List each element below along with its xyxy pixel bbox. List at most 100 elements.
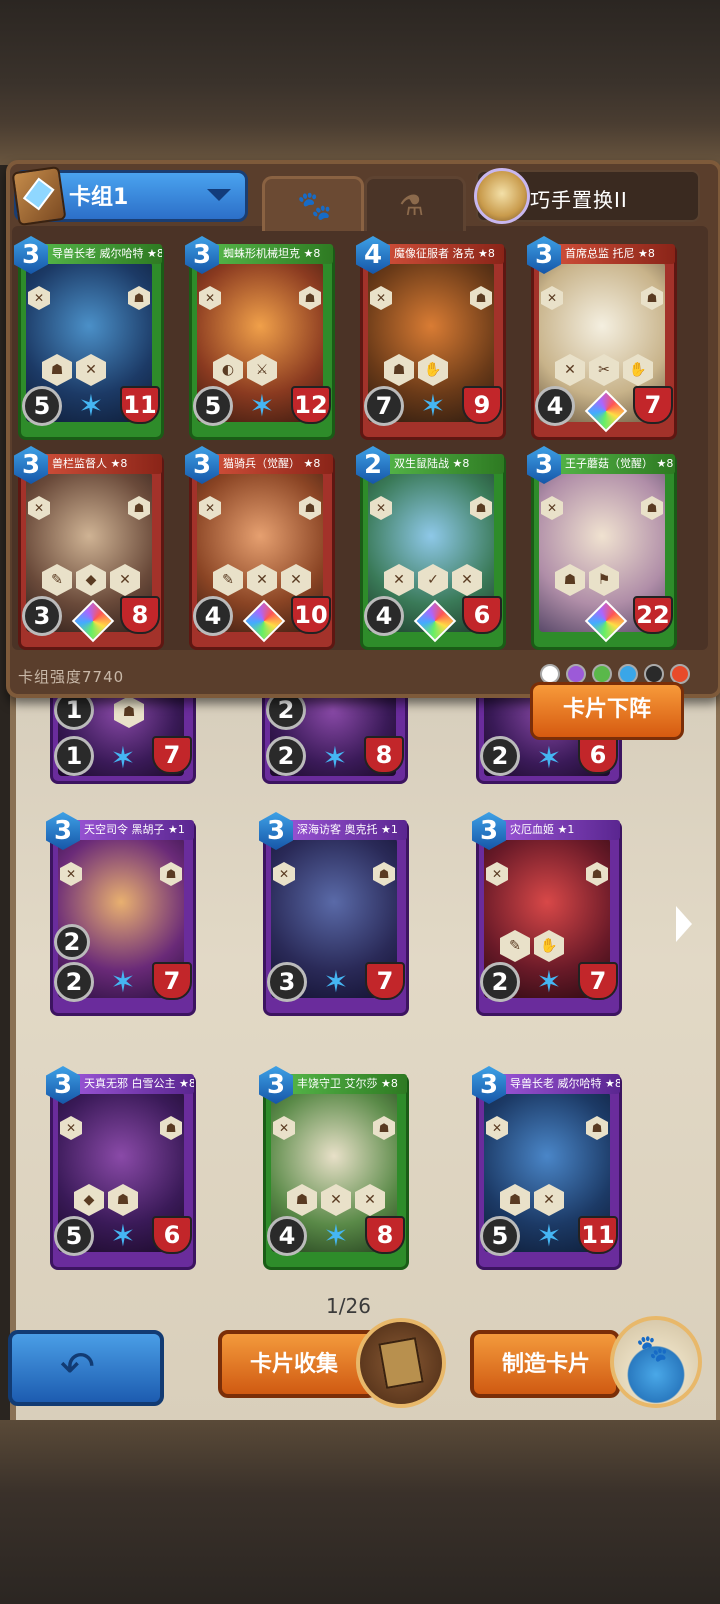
card-skill-icon: ✕2 <box>281 564 311 596</box>
element-icon[interactable] <box>644 664 664 684</box>
card-name: 双生鼠陆战 ★8 <box>376 454 504 474</box>
card-skill-icon: ✕2 <box>321 1184 351 1216</box>
card-health: 8 <box>120 596 160 634</box>
card-name: 导兽长老 威尔哈特 ★8 <box>492 1074 620 1094</box>
card-skill-icon: ✎ <box>213 564 243 596</box>
card-skill-icon: ✕8 <box>384 564 414 596</box>
card-name: 兽栏监督人 ★8 <box>34 454 162 474</box>
card-skills: ◆1☗ <box>74 1184 142 1216</box>
card[interactable]: 深海访客 奥克托 ★1 3 ✕ ☗ ✶ 3 7 <box>259 812 409 1016</box>
card-skill-icon: ◆1 <box>74 1184 104 1216</box>
card[interactable]: 灾厄血姬 ★13✕3☗5✎✋1✶27 <box>472 812 622 1016</box>
next-page-arrow-icon[interactable] <box>676 906 692 942</box>
tab-spells[interactable]: ⚗ <box>364 176 466 231</box>
card-skills: ☗✕2✕1 <box>287 1184 389 1216</box>
star-icon: ✶ <box>536 741 562 776</box>
card-health: 7 <box>152 962 192 1000</box>
card-health: 7 <box>365 962 405 1000</box>
card[interactable]: 蜘蛛形机械坦克 ★83✕3☗2◐⚔✶512 <box>185 236 335 440</box>
chevron-down-icon <box>207 189 231 201</box>
card-name: 丰饶守卫 艾尔莎 ★8 <box>279 1074 407 1094</box>
card[interactable]: 王子蘑菇（觉醒） ★83✕☗☗2⚑✶22 <box>527 446 677 650</box>
bottom-wood-background <box>0 1420 720 1604</box>
card-skills: ☗✕4 <box>42 354 110 386</box>
card-skill-icon: ✋1 <box>623 354 653 386</box>
card-skill-icon: ✕1 <box>355 1184 385 1216</box>
tab-creatures[interactable]: 🐾 <box>262 176 364 231</box>
deck-book-icon <box>11 165 67 227</box>
star-icon: ✶ <box>110 965 136 1000</box>
card-skill-icon: ☗ <box>287 1184 317 1216</box>
paw-icon: 🐾 <box>636 1334 669 1364</box>
card[interactable]: 兽栏监督人 ★83✕☗✎2◆1✕2✶38 <box>14 446 164 650</box>
card-health: 8 <box>365 1216 405 1254</box>
card[interactable]: 魔像征服者 洛克 ★84✕2☗☗✋✶79 <box>356 236 506 440</box>
card[interactable]: 导兽长老 威尔哈特 ★83✕4☗☗✕4✶511 <box>472 1066 622 1270</box>
card[interactable]: 丰饶守卫 艾尔莎 ★83✕☗☗✕2✕1✶48 <box>259 1066 409 1270</box>
card-attack: 2 <box>480 962 520 1002</box>
card-skills: ✎✕6✕2 <box>213 564 315 596</box>
card-skills: ✕✂✋1 <box>555 354 657 386</box>
card-skill-icon: ☗ <box>384 354 414 386</box>
swap-avatar <box>474 168 530 224</box>
card-name: 王子蘑菇（觉醒） ★8 <box>547 454 675 474</box>
swap-label: 巧手置换II <box>530 188 628 212</box>
craft-card-button[interactable]: 制造卡片 <box>470 1330 620 1398</box>
card-collection-button[interactable]: 卡片收集 <box>218 1330 378 1398</box>
star-icon: ✶ <box>322 741 348 776</box>
card-name: 首席总监 托尼 ★8 <box>547 244 675 264</box>
card-attack: 3 <box>267 962 307 1002</box>
card-attack: 2 <box>480 736 520 776</box>
card-attack: 1 <box>54 736 94 776</box>
card[interactable]: 首席总监 托尼 ★83✕☗✕✂✋1✶47 <box>527 236 677 440</box>
element-icon[interactable] <box>618 664 638 684</box>
card-health: 6 <box>462 596 502 634</box>
star-icon: ✶ <box>110 1219 136 1254</box>
card-health: 11 <box>578 1216 618 1254</box>
element-icon[interactable] <box>592 664 612 684</box>
card-skill-icon: ✕4 <box>534 1184 564 1216</box>
card-skill-icon: ☗ <box>42 354 72 386</box>
element-icon[interactable] <box>540 664 560 684</box>
card-name: 深海访客 奥克托 ★1 <box>279 820 407 840</box>
swap-button[interactable]: 巧手置换II <box>474 168 700 224</box>
card-health: 7 <box>152 736 192 774</box>
star-icon: ✶ <box>420 389 446 424</box>
card-collection-icon[interactable] <box>356 1318 446 1408</box>
card[interactable]: 双生鼠陆战 ★82✕☗✕8✓✕3✶46 <box>356 446 506 650</box>
card-skill-icon: ☗2 <box>555 564 585 596</box>
card-skills: ◐ ⚔ <box>213 354 281 386</box>
card-health: 11 <box>120 386 160 424</box>
card-health: 22 <box>633 596 673 634</box>
card-skills: ☗2⚑ <box>555 564 623 596</box>
card-skill-icon: ✕4 <box>76 354 106 386</box>
card-attack: 5 <box>193 386 233 426</box>
card-name: 导兽长老 威尔哈特 ★8 <box>34 244 162 264</box>
unload-card-button[interactable]: 卡片下阵 <box>530 682 684 740</box>
card-skill-icon: ☗2 <box>114 696 144 728</box>
card-attack: 4 <box>364 596 404 636</box>
card-skill-icon: ✓ <box>418 564 448 596</box>
element-icon[interactable] <box>566 664 586 684</box>
card-skill-icon: ✕6 <box>247 564 277 596</box>
star-icon: ✶ <box>110 741 136 776</box>
deck-selector[interactable]: 卡组1 <box>11 165 248 227</box>
card-attack: 7 <box>364 386 404 426</box>
card[interactable]: 天空司令 黑胡子 ★13✕2☗2✶27 <box>46 812 196 1016</box>
card-skills: ✎✋1 <box>500 930 568 962</box>
card-health: 10 <box>291 596 331 634</box>
card-attack: 2 <box>54 962 94 1002</box>
card-health: 8 <box>364 736 404 774</box>
back-arrow-icon: ↶ <box>60 1342 96 1391</box>
top-wood-background <box>0 0 720 165</box>
card-attack: 4 <box>193 596 233 636</box>
element-icon[interactable] <box>670 664 690 684</box>
back-button[interactable]: ↶ <box>8 1330 164 1406</box>
paw-icon: 🐾 <box>297 189 332 222</box>
card-skill-icon: ✎2 <box>42 564 72 596</box>
craft-card-icon[interactable]: 🐾 <box>610 1316 702 1408</box>
card[interactable]: 天真无邪 白雪公主 ★83✕2☗◆1☗✶56 <box>46 1066 196 1270</box>
card-attack: 3 <box>22 596 62 636</box>
card[interactable]: 导兽长老 威尔哈特 ★83✕4☗☗✕4✶511 <box>14 236 164 440</box>
card[interactable]: 猫骑兵（觉醒） ★83✕☗✎✕6✕2✶410 <box>185 446 335 650</box>
